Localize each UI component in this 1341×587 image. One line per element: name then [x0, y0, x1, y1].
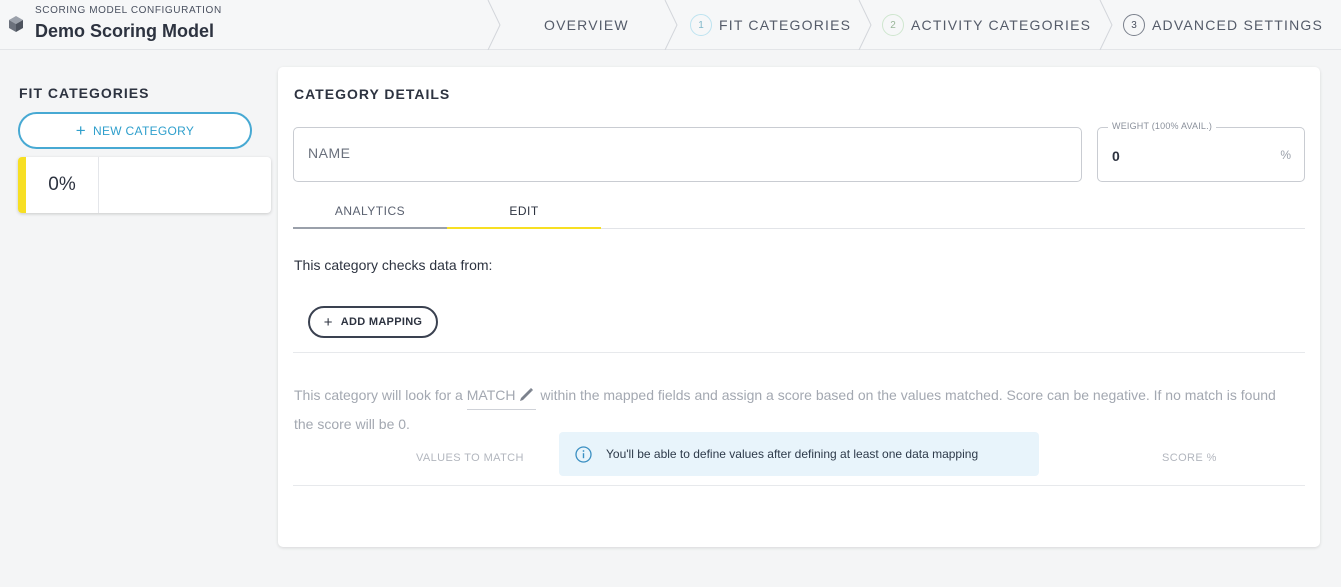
step-activity-categories[interactable]: 2 ACTIVITY CATEGORIES — [882, 0, 1091, 50]
new-category-button[interactable]: + NEW CATEGORY — [18, 112, 252, 149]
weight-field[interactable]: WEIGHT (100% AVAIL.) 0 % — [1097, 121, 1305, 182]
sidebar-title: FIT CATEGORIES — [19, 85, 150, 101]
plus-icon: + — [75, 121, 87, 140]
chevron-separator-icon — [664, 0, 678, 50]
pencil-icon — [520, 388, 534, 401]
values-to-match-header: VALUES TO MATCH — [416, 452, 524, 464]
category-card[interactable]: 0% — [18, 157, 271, 213]
step-nav: OVERVIEW 1 FIT CATEGORIES 2 ACTIVITY CAT… — [486, 0, 1341, 50]
chevron-separator-icon — [487, 0, 501, 50]
add-mapping-label: ADD MAPPING — [340, 316, 423, 328]
weight-value[interactable]: 0 — [1112, 148, 1120, 164]
model-title: Demo Scoring Model — [35, 21, 215, 41]
category-percent: 0% — [26, 157, 99, 213]
match-description: This category will look for a MATCH with… — [294, 381, 1294, 438]
step-number-badge: 1 — [690, 14, 712, 36]
checks-data-text: This category checks data from: — [294, 257, 493, 273]
match-type-label: MATCH — [466, 387, 516, 403]
step-overview[interactable]: OVERVIEW — [544, 0, 629, 50]
tab-analytics[interactable]: ANALYTICS — [293, 195, 447, 229]
step-number-badge: 2 — [882, 14, 904, 36]
info-text: You'll be able to define values after de… — [606, 447, 979, 461]
header-bar: SCORING MODEL CONFIGURATION Demo Scoring… — [0, 0, 1341, 50]
cube-icon — [9, 16, 23, 32]
app-kicker: SCORING MODEL CONFIGURATION — [35, 5, 222, 16]
plus-icon: + — [323, 313, 333, 331]
info-icon — [575, 445, 592, 463]
chevron-separator-icon — [858, 0, 872, 50]
divider — [293, 485, 1305, 486]
step-activity-categories-label: ACTIVITY CATEGORIES — [911, 17, 1092, 33]
step-advanced-settings-label: ADVANCED SETTINGS — [1152, 17, 1324, 33]
step-overview-label: OVERVIEW — [544, 17, 629, 33]
weight-label: WEIGHT (100% AVAIL.) — [1108, 121, 1217, 131]
description-lead: This category will look for a — [294, 387, 467, 403]
chevron-separator-icon — [1099, 0, 1113, 50]
info-banner: You'll be able to define values after de… — [559, 432, 1039, 476]
new-category-label: NEW CATEGORY — [93, 123, 195, 138]
tab-edit-label: EDIT — [509, 204, 539, 218]
detail-tabs: ANALYTICS EDIT — [293, 195, 1305, 229]
step-number-badge: 3 — [1123, 14, 1145, 36]
step-fit-categories-label: FIT CATEGORIES — [719, 17, 852, 33]
match-type-selector[interactable]: MATCH — [466, 381, 537, 410]
step-advanced-settings[interactable]: 3 ADVANCED SETTINGS — [1123, 0, 1323, 50]
panel-title: CATEGORY DETAILS — [294, 86, 451, 102]
step-fit-categories[interactable]: 1 FIT CATEGORIES — [690, 0, 851, 50]
weight-unit: % — [1280, 148, 1291, 162]
name-input[interactable] — [308, 145, 1048, 161]
category-details-panel: CATEGORY DETAILS WEIGHT (100% AVAIL.) 0 … — [278, 67, 1320, 547]
name-field[interactable] — [293, 127, 1082, 182]
add-mapping-button[interactable]: + ADD MAPPING — [308, 306, 438, 338]
divider — [293, 352, 1305, 353]
score-percent-header: SCORE % — [1162, 452, 1217, 464]
tab-edit[interactable]: EDIT — [447, 195, 601, 229]
tab-analytics-label: ANALYTICS — [334, 204, 406, 218]
category-color-bar — [18, 157, 26, 213]
